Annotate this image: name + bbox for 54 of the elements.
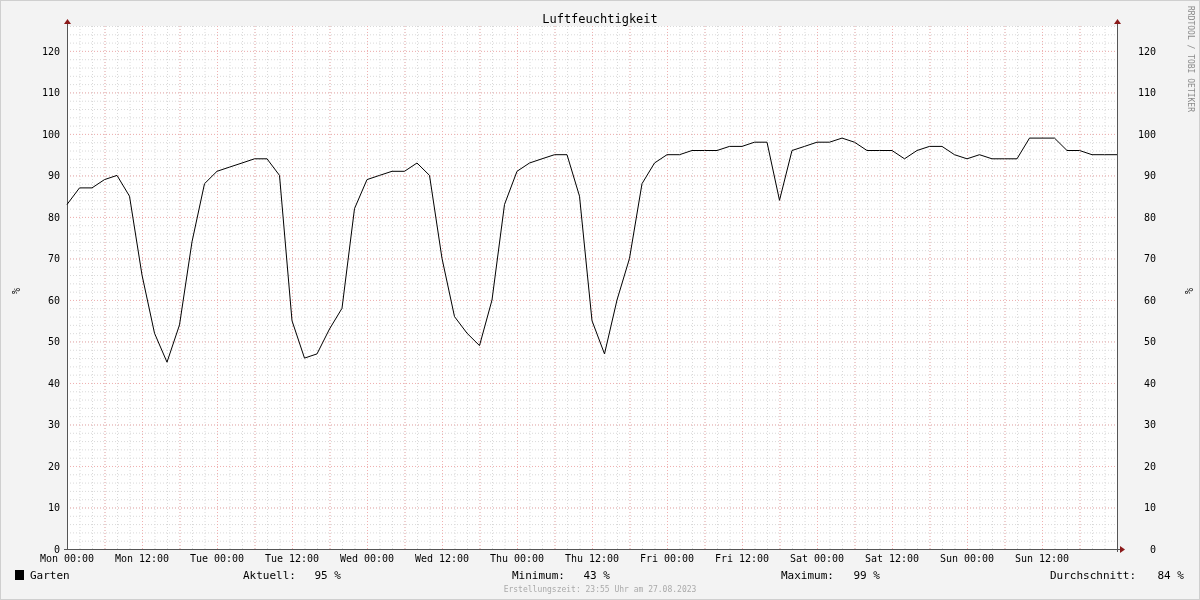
x-tick-label: Wed 00:00: [339, 553, 395, 564]
y-tick-label: 10: [1143, 502, 1156, 514]
y-tick-label: 0: [53, 544, 60, 555]
x-tick-label: Fri 12:00: [714, 553, 770, 564]
y-tick-label: 10: [47, 502, 60, 514]
y-tick-label: 90: [1143, 170, 1156, 182]
y-axis-label: %: [10, 288, 21, 295]
y-tick-label: 70: [47, 253, 60, 265]
chart-title: Luftfeuchtigkeit: [542, 12, 658, 26]
x-tick-label: Sun 00:00: [939, 553, 995, 564]
x-tick-label: Sat 12:00: [864, 553, 920, 564]
y-tick-label: 90: [47, 170, 60, 182]
y-tick-label: 100: [41, 128, 60, 140]
stat-label: Aktuell:: [243, 569, 296, 582]
y-tick-label: 120: [1137, 45, 1156, 57]
y-tick-label: 60: [47, 294, 60, 306]
creation-time: Erstellungszeit: 23:55 Uhr am 27.08.2023: [503, 585, 697, 594]
stat-value: 84 %: [1157, 569, 1184, 582]
y-tick-label: 110: [41, 87, 60, 99]
y-tick-label: 80: [47, 211, 60, 223]
stat-value: 43 %: [583, 569, 610, 582]
stat-label: Durchschnitt:: [1050, 569, 1137, 582]
x-tick-label: Mon 00:00: [39, 553, 95, 564]
x-tick-label: Sat 00:00: [789, 553, 845, 564]
credit-text: RRDTOOL / TOBI OETIKER: [1186, 6, 1195, 112]
y-tick-label: 100: [1137, 128, 1156, 140]
y-tick-label: 70: [1143, 253, 1156, 265]
y-tick-label: 20: [1143, 461, 1156, 472]
y-tick-label: 80: [1143, 211, 1156, 223]
x-tick-label: Thu 00:00: [489, 553, 545, 564]
y-tick-label: 30: [47, 419, 60, 431]
stat-value: 95 %: [314, 569, 341, 582]
x-tick-label: Tue 00:00: [189, 553, 245, 564]
x-tick-label: Thu 12:00: [564, 553, 620, 564]
x-tick-label: Tue 12:00: [264, 553, 320, 564]
y-tick-label: 20: [47, 461, 60, 472]
y-tick-label: 40: [47, 377, 60, 389]
y-tick-label: 60: [1143, 294, 1156, 306]
x-tick-label: Mon 12:00: [114, 553, 170, 564]
y-tick-label: 110: [1137, 87, 1156, 99]
right-axis-label: %: [1183, 288, 1194, 295]
y-tick-label: 50: [1143, 336, 1156, 348]
y-tick-label: 30: [1143, 419, 1156, 431]
y-tick-label: 50: [47, 336, 60, 348]
stat-label: Maximum:: [781, 569, 834, 582]
y-tick-label: 0: [1149, 544, 1156, 555]
legend-label: Garten: [30, 569, 70, 582]
x-tick-label: Sun 12:00: [1014, 553, 1070, 564]
stat-label: Minimum:: [512, 569, 565, 582]
x-tick-label: Fri 00:00: [639, 553, 695, 564]
x-tick-label: Wed 12:00: [414, 553, 470, 564]
stat-value: 99 %: [853, 569, 880, 582]
y-tick-label: 40: [1143, 377, 1156, 389]
y-tick-label: 120: [41, 45, 60, 57]
